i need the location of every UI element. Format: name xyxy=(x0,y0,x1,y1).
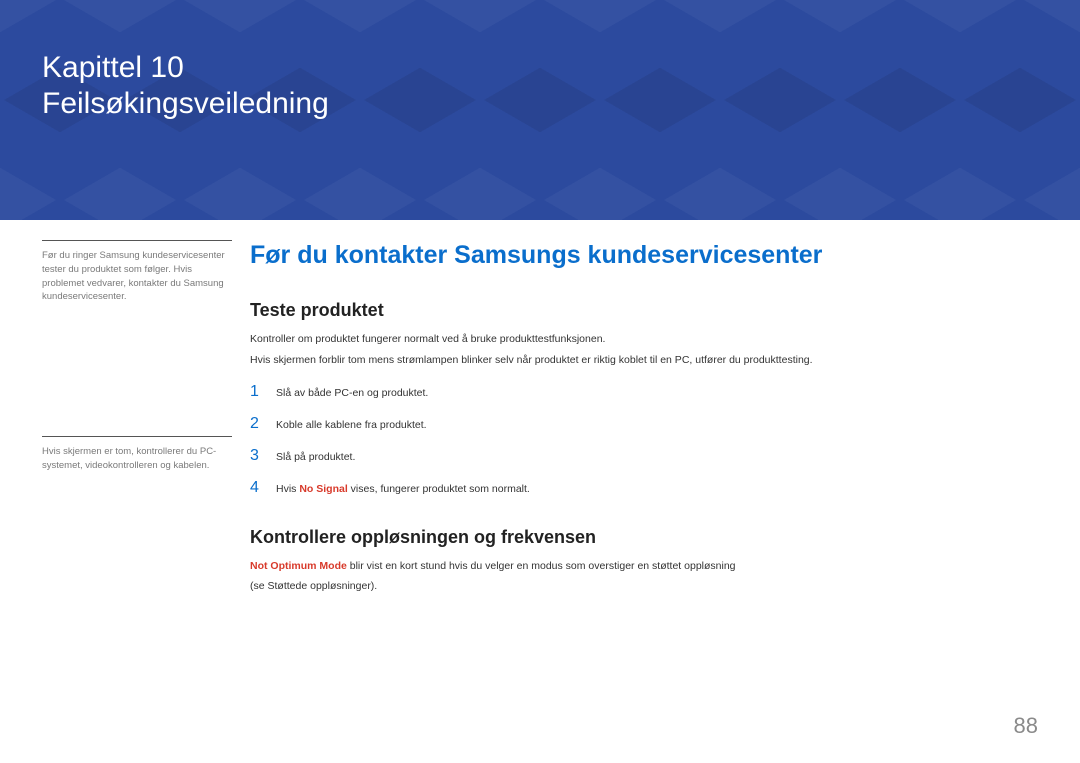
step-text: Hvis No Signal vises, fungerer produktet… xyxy=(276,482,530,497)
chapter-title: Feilsøkingsveiledning xyxy=(42,86,1038,122)
paragraph: Not Optimum Mode blir vist en kort stund… xyxy=(250,558,1038,575)
main-column: Før du kontakter Samsungs kundeservicese… xyxy=(250,240,1038,599)
chapter-header: Kapittel 10 Feilsøkingsveiledning xyxy=(0,0,1080,220)
step-text-post: vises, fungerer produktet som normalt. xyxy=(348,483,530,495)
sidebar: Før du ringer Samsung kundeservicesenter… xyxy=(42,240,250,599)
step-number: 1 xyxy=(250,383,276,401)
side-note-text: Hvis skjermen er tom, kontrollerer du PC… xyxy=(42,445,232,473)
step-text: Slå av både PC-en og produktet. xyxy=(276,386,428,401)
step-text: Slå på produktet. xyxy=(276,450,355,465)
paragraph: (se Støttede oppløsninger). xyxy=(250,578,1038,595)
side-note-2: Hvis skjermen er tom, kontrollerer du PC… xyxy=(42,436,232,473)
section-heading: Kontrollere oppløsningen og frekvensen xyxy=(250,527,1038,548)
page-title: Før du kontakter Samsungs kundeservicese… xyxy=(250,240,1038,270)
steps-list: 1 Slå av både PC-en og produktet. 2 Kobl… xyxy=(250,383,1038,497)
step-text-pre: Hvis xyxy=(276,483,299,495)
step-number: 2 xyxy=(250,415,276,433)
step-item: 3 Slå på produktet. xyxy=(250,447,1038,465)
side-note-text: Før du ringer Samsung kundeservicesenter… xyxy=(42,249,232,304)
side-note-1: Før du ringer Samsung kundeservicesenter… xyxy=(42,240,232,304)
step-item: 1 Slå av både PC-en og produktet. xyxy=(250,383,1038,401)
section-test-product: Teste produktet Kontroller om produktet … xyxy=(250,300,1038,497)
step-item: 2 Koble alle kablene fra produktet. xyxy=(250,415,1038,433)
section-heading: Teste produktet xyxy=(250,300,1038,321)
section-resolution-frequency: Kontrollere oppløsningen og frekvensen N… xyxy=(250,527,1038,596)
step-text: Koble alle kablene fra produktet. xyxy=(276,418,427,433)
paragraph: Hvis skjermen forblir tom mens strømlamp… xyxy=(250,352,1038,369)
step-number: 3 xyxy=(250,447,276,465)
page-number: 88 xyxy=(1014,713,1038,739)
paragraph-rest: blir vist en kort stund hvis du velger e… xyxy=(347,560,736,572)
content-area: Før du ringer Samsung kundeservicesenter… xyxy=(0,220,1080,599)
step-number: 4 xyxy=(250,479,276,497)
step-bold-term: No Signal xyxy=(299,483,347,495)
step-item: 4 Hvis No Signal vises, fungerer produkt… xyxy=(250,479,1038,497)
bold-term: Not Optimum Mode xyxy=(250,560,347,572)
paragraph: Kontroller om produktet fungerer normalt… xyxy=(250,331,1038,348)
chapter-label: Kapittel 10 xyxy=(42,50,1038,86)
